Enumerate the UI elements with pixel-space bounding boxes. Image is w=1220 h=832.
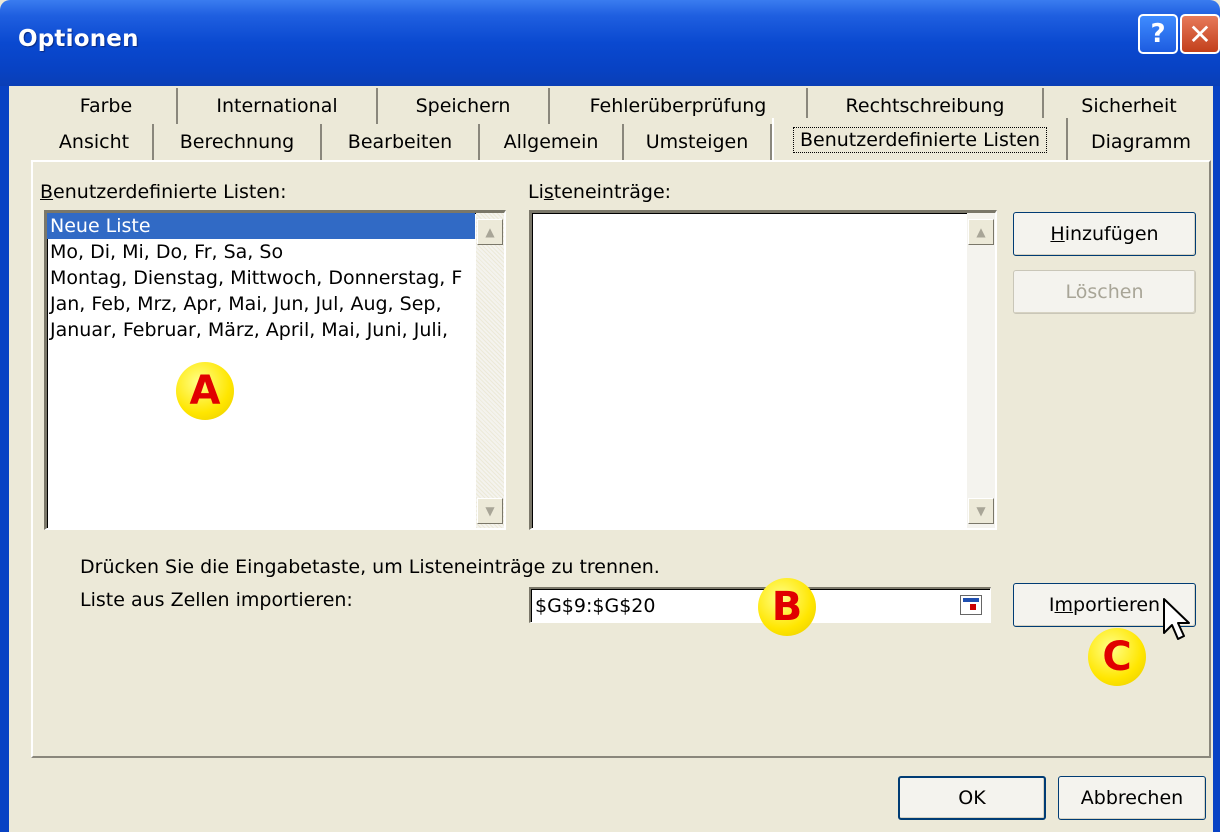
tab-label: Speichern [415, 95, 511, 117]
label-accelerator: s [543, 181, 554, 203]
tab-fehlerueberpruefung[interactable]: Fehlerüberprüfung [550, 88, 808, 124]
range-collapse-icon[interactable] [960, 595, 982, 615]
custom-lists-listbox[interactable]: Neue Liste Mo, Di, Mi, Do, Fr, Sa, So Mo… [44, 210, 506, 530]
tab-label: Umsteigen [645, 131, 749, 153]
list-item[interactable]: Montag, Dienstag, Mittwoch, Donnerstag, … [47, 265, 475, 291]
tab-ansicht[interactable]: Ansicht [36, 124, 154, 160]
tab-label: Berechnung [179, 131, 295, 153]
list-item[interactable]: Jan, Feb, Mrz, Apr, Mai, Jun, Jul, Aug, … [47, 291, 475, 317]
list-entries-textarea[interactable]: ▲ ▼ [529, 210, 997, 530]
tab-sicherheit[interactable]: Sicherheit [1044, 88, 1214, 124]
button-accelerator: H [1050, 223, 1065, 245]
label-text: teneinträge: [553, 181, 672, 203]
annotation-marker-b: B [758, 578, 816, 636]
tab-allgemein[interactable]: Allgemein [480, 124, 624, 160]
list-item[interactable]: Mo, Di, Mi, Do, Fr, Sa, So [47, 239, 475, 265]
button-accelerator: m [1054, 594, 1074, 616]
window-title: Optionen [18, 26, 139, 52]
window-frame-right [1213, 86, 1220, 832]
ok-button[interactable]: OK [898, 776, 1046, 820]
annotation-marker-a: A [176, 362, 234, 420]
mouse-pointer-icon [1163, 598, 1190, 640]
scroll-up-icon[interactable]: ▲ [477, 219, 503, 245]
title-bar: Optionen ? ✕ [0, 0, 1220, 86]
label-accelerator: B [40, 181, 54, 203]
tab-umsteigen[interactable]: Umsteigen [624, 124, 772, 160]
close-button[interactable]: ✕ [1180, 14, 1220, 54]
tab-label: Sicherheit [1081, 95, 1177, 117]
custom-lists-scrollbar[interactable]: ▲ ▼ [476, 213, 504, 528]
custom-lists-label: Benutzerdefinierte Listen: [40, 181, 286, 203]
tab-international[interactable]: International [178, 88, 378, 124]
tab-berechnung[interactable]: Berechnung [154, 124, 322, 160]
list-item[interactable]: Neue Liste [47, 213, 475, 239]
delete-button[interactable]: Löschen [1013, 270, 1196, 314]
list-entries-label: Listeneinträge: [528, 181, 671, 203]
tab-label: Farbe [79, 95, 133, 117]
window-frame-left [0, 86, 9, 832]
help-button[interactable]: ? [1138, 14, 1178, 54]
tab-label: Bearbeiten [347, 131, 453, 153]
annotation-marker-c: C [1088, 628, 1146, 686]
tab-benutzerdefinierte-listen[interactable]: Benutzerdefinierte Listen [772, 118, 1068, 162]
tab-label: International [216, 95, 338, 117]
list-item[interactable]: Januar, Februar, März, April, Mai, Juni,… [47, 317, 475, 343]
button-label: inzufügen [1064, 223, 1159, 245]
tab-label: Ansicht [58, 131, 130, 153]
import-label: Liste aus Zellen importieren: [80, 589, 353, 611]
cancel-button[interactable]: Abbrechen [1058, 776, 1206, 820]
custom-lists-items: Neue Liste Mo, Di, Mi, Do, Fr, Sa, So Mo… [47, 213, 475, 343]
tab-farbe[interactable]: Farbe [36, 88, 178, 124]
tab-label: Diagramm [1090, 131, 1192, 153]
tab-label: Benutzerdefinierte Listen [792, 127, 1048, 153]
scroll-down-icon[interactable]: ▼ [477, 498, 503, 524]
tab-diagramm[interactable]: Diagramm [1068, 124, 1214, 160]
button-label: portieren [1073, 594, 1161, 616]
list-entries-scrollbar[interactable]: ▲ ▼ [967, 213, 995, 528]
scroll-down-icon[interactable]: ▼ [968, 498, 994, 524]
tab-speichern[interactable]: Speichern [378, 88, 550, 124]
hint-text: Drücken Sie die Eingabetaste, um Listene… [80, 556, 660, 578]
tab-label: Fehlerüberprüfung [589, 95, 767, 117]
import-range-value: $G$9:$G$20 [535, 595, 656, 617]
tab-label: Rechtschreibung [845, 95, 1005, 117]
tab-label: Allgemein [503, 131, 599, 153]
label-text: Li [528, 181, 544, 203]
label-text: enutzerdefinierte Listen: [53, 181, 287, 203]
scroll-up-icon[interactable]: ▲ [968, 219, 994, 245]
add-button[interactable]: Hinzufügen [1013, 212, 1196, 256]
tab-bearbeiten[interactable]: Bearbeiten [322, 124, 480, 160]
